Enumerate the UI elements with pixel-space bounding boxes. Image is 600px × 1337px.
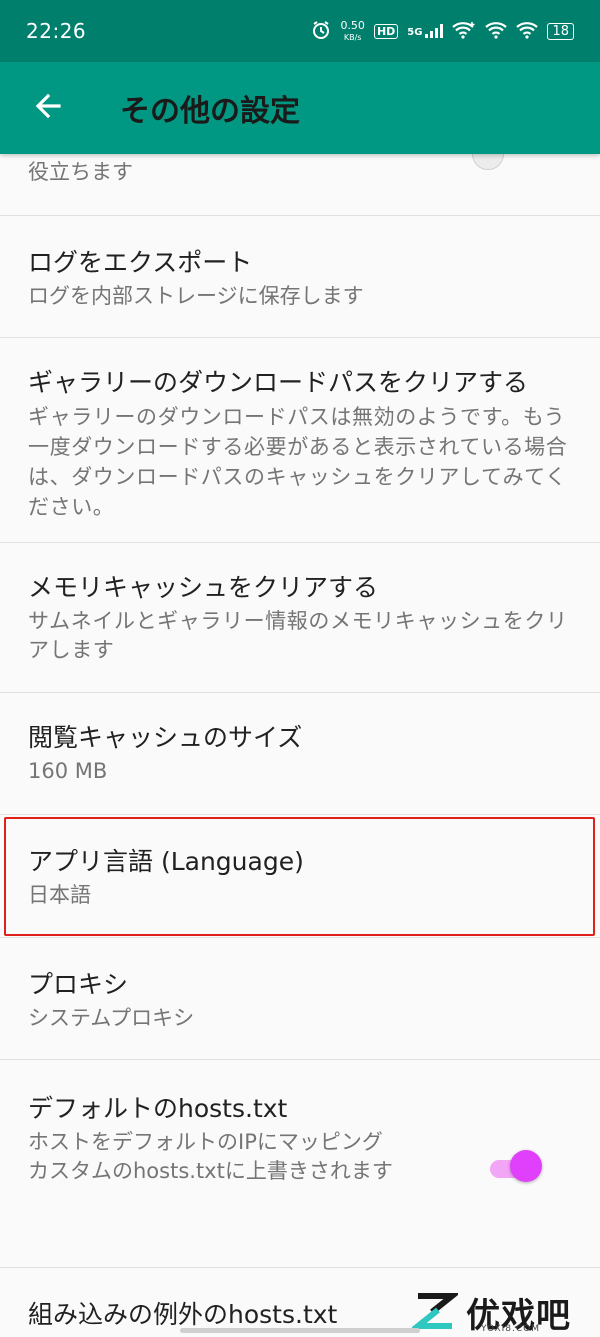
settings-item-partial[interactable]: 役立ちます — [0, 154, 600, 216]
settings-item-app-language[interactable]: アプリ言語 (Language) 日本語 — [0, 815, 600, 938]
default-hosts-toggle[interactable] — [486, 1150, 542, 1182]
settings-item-proxy[interactable]: プロキシ システムプロキシ — [0, 938, 600, 1060]
item-title: メモリキャッシュをクリアする — [28, 573, 379, 602]
arrow-left-icon — [33, 91, 63, 125]
item-summary: 日本語 — [28, 883, 91, 907]
settings-item-clear-download-path[interactable]: ギャラリーのダウンロードパスをクリアする ギャラリーのダウンロードパスは無効のよ… — [0, 338, 600, 543]
status-time: 22:26 — [26, 19, 87, 43]
watermark: 优戏吧 YOXI8.COM — [409, 1290, 592, 1336]
item-summary: サムネイルとギャラリー情報のメモリキャッシュをクリアします — [28, 609, 568, 662]
settings-item-export-log[interactable]: ログをエクスポート ログを内部ストレージに保存します — [0, 216, 600, 338]
partial-toggle[interactable] — [472, 154, 600, 178]
watermark-sub: YOXI8.COM — [480, 1324, 540, 1334]
item-summary: ログを内部ストレージに保存します — [28, 284, 364, 308]
settings-item-clear-memory-cache[interactable]: メモリキャッシュをクリアする サムネイルとギャラリー情報のメモリキャッシュをクリ… — [0, 543, 600, 693]
hd-badge: HD — [373, 23, 399, 39]
item-summary: ギャラリーのダウンロードパスは無効のようです。もう一度ダウンロードする必要がある… — [28, 405, 568, 519]
status-icons: 0.50 KB/s HD 5G 18 — [311, 20, 574, 43]
item-summary: システムプロキシ — [28, 1006, 195, 1030]
settings-item-default-hosts[interactable]: デフォルトのhosts.txt ホストをデフォルトのIPにマッピング カスタムの… — [0, 1060, 600, 1268]
item-title: デフォルトのhosts.txt — [28, 1094, 288, 1123]
settings-item-cache-size[interactable]: 閲覧キャッシュのサイズ 160 MB — [0, 693, 600, 815]
alarm-icon — [311, 20, 331, 43]
item-title: 閲覧キャッシュのサイズ — [28, 723, 303, 752]
item-title: ギャラリーのダウンロードパスをクリアする — [28, 368, 529, 397]
wifi-icon — [485, 21, 508, 42]
app-bar: その他の設定 — [0, 62, 600, 154]
wifi-icon-2 — [516, 21, 539, 42]
back-button[interactable] — [18, 78, 78, 138]
wifi-plus-icon — [452, 21, 476, 42]
item-title: プロキシ — [28, 970, 129, 999]
status-bar: 22:26 0.50 KB/s HD 5G 18 — [0, 0, 600, 62]
page-title: その他の設定 — [120, 94, 300, 129]
gesture-bar[interactable] — [180, 1328, 420, 1333]
settings-list[interactable]: 役立ちます ログをエクスポート ログを内部ストレージに保存します ギャラリーのダ… — [0, 154, 600, 1337]
toggle-thumb — [510, 1150, 542, 1182]
item-summary: 160 MB — [28, 759, 108, 783]
item-summary: ホストをデフォルトのIPにマッピング カスタムのhosts.txtに上書きされま… — [28, 1130, 393, 1183]
item-title: アプリ言語 (Language) — [28, 847, 304, 876]
network-speed: 0.50 KB/s — [340, 18, 365, 42]
battery-icon: 18 — [547, 22, 574, 40]
signal-icon: 5G — [407, 24, 444, 38]
item-title: ログをエクスポート — [28, 248, 253, 277]
